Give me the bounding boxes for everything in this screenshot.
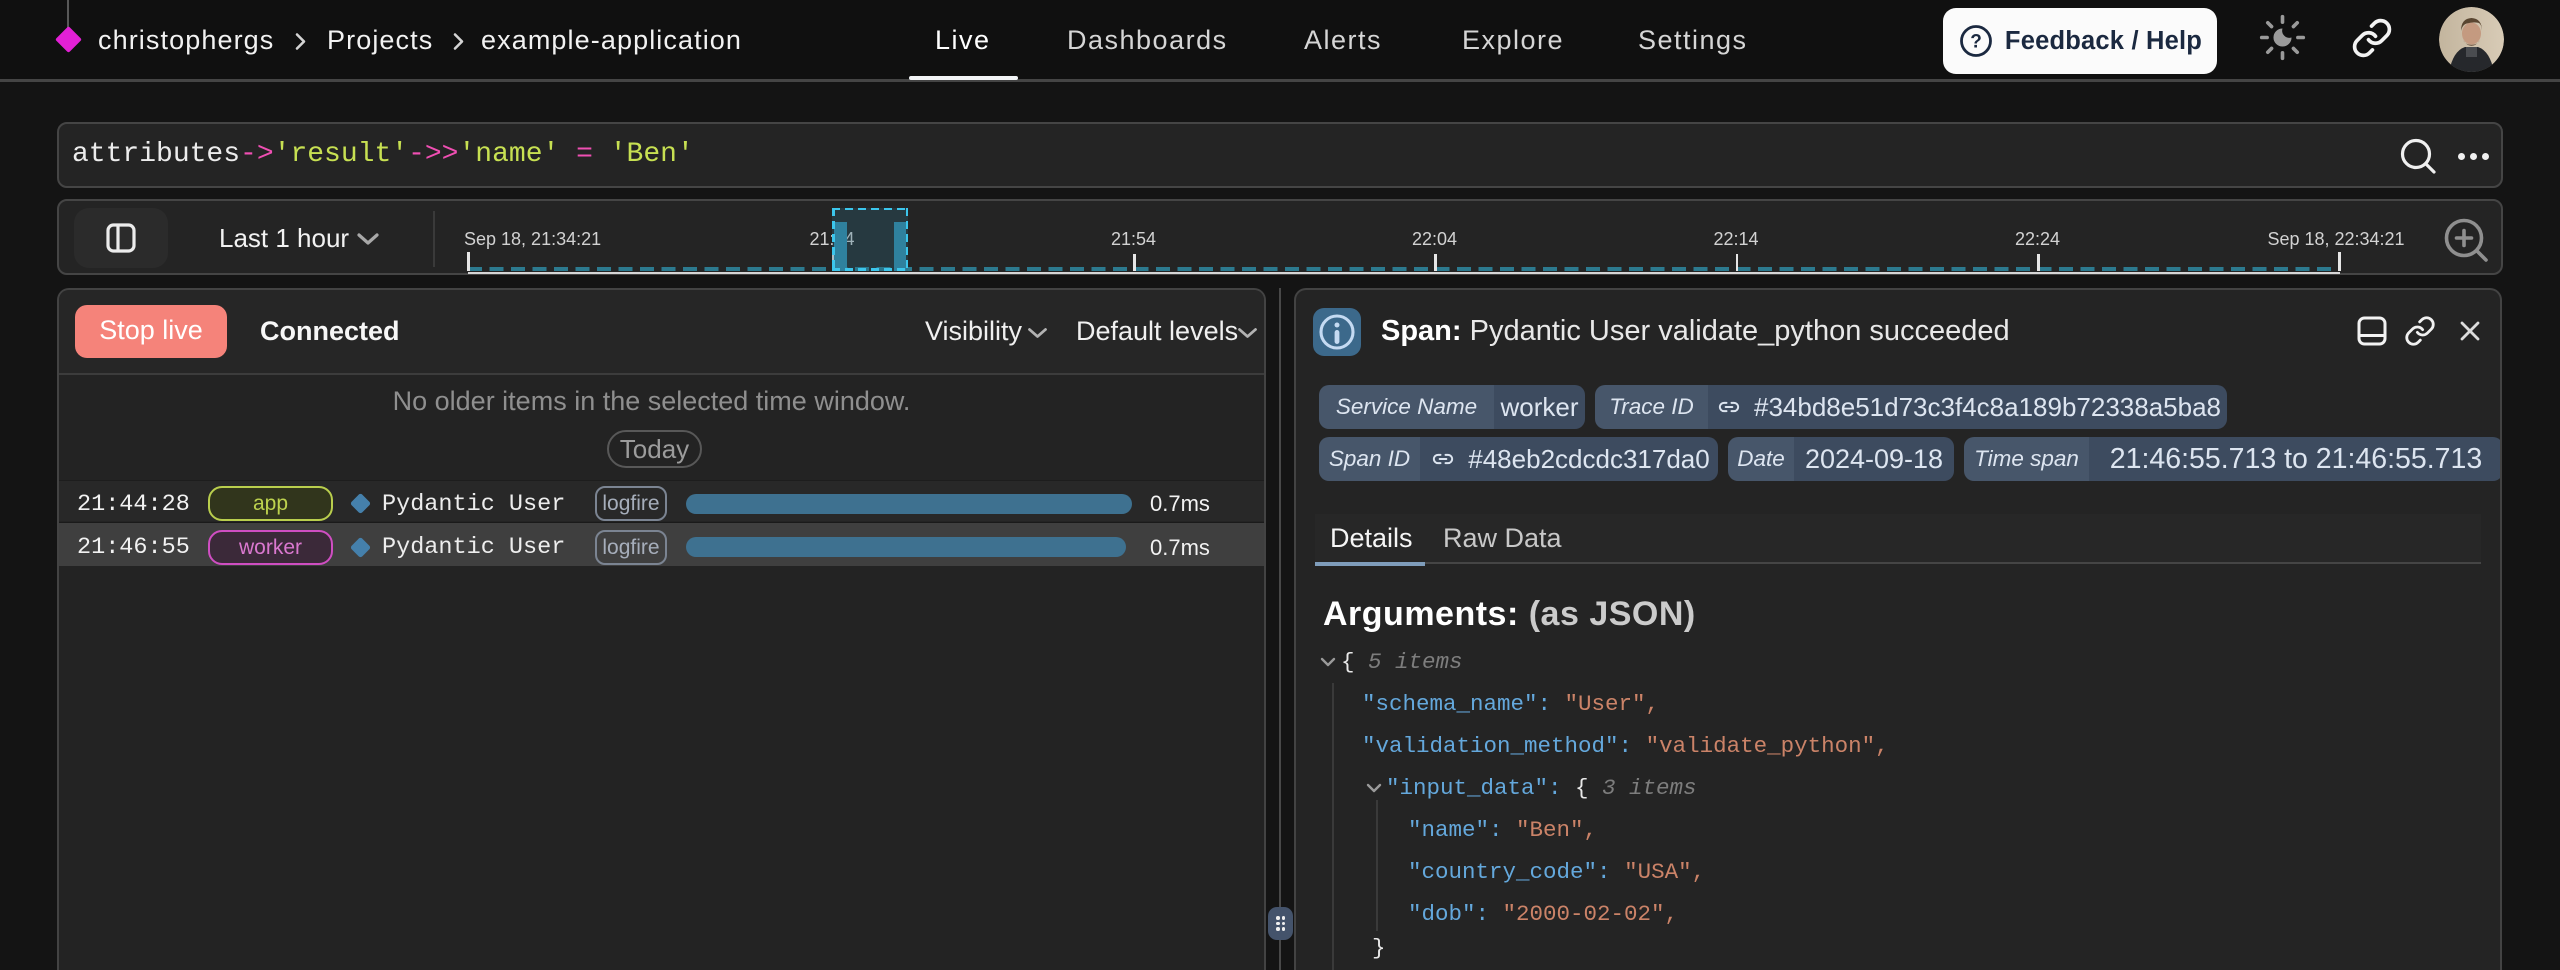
svg-text:?: ?	[1970, 32, 1982, 53]
